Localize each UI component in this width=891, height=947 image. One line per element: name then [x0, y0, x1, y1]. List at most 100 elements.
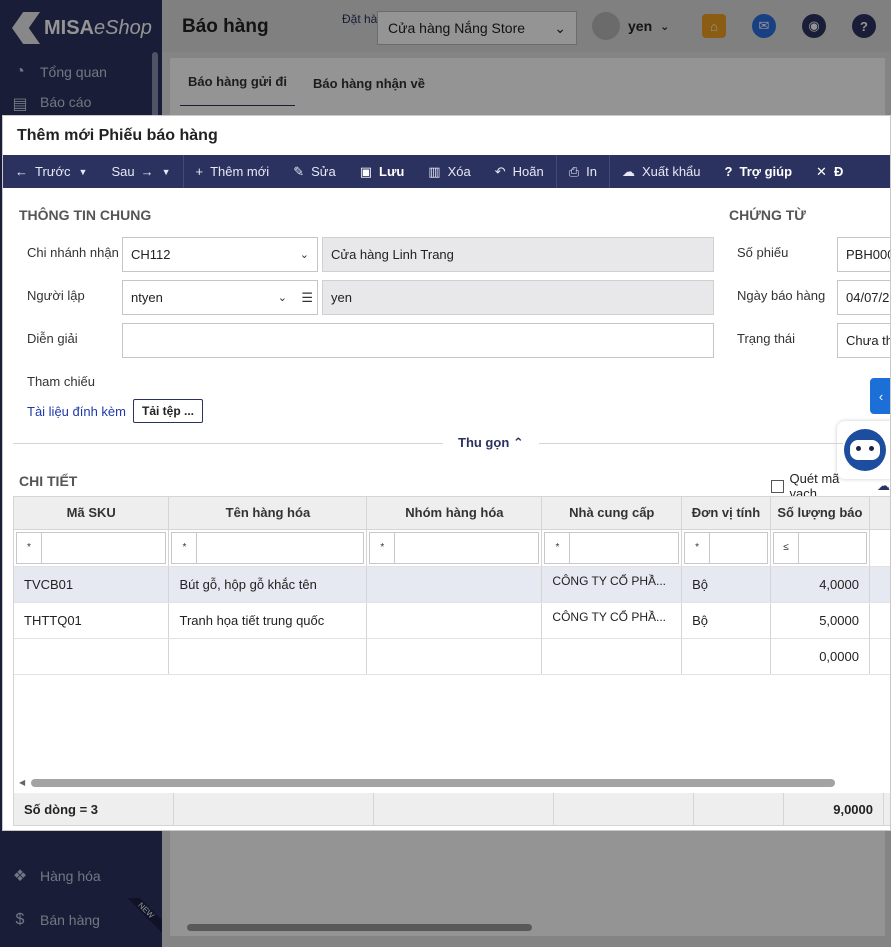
filter-operator[interactable]: ≤	[774, 532, 799, 563]
scroll-left-icon[interactable]: ◀	[19, 778, 25, 787]
edit-button[interactable]: ✎ Sửa	[281, 155, 348, 188]
cell-quantity[interactable]: 4,0000	[770, 566, 870, 603]
plus-icon: +	[195, 164, 204, 179]
side-panel-toggle[interactable]: ‹	[870, 378, 890, 414]
report-date-input[interactable]: 04/07/2	[837, 280, 890, 315]
column-header-quantity[interactable]: Số lượng báo	[770, 497, 870, 530]
report-date-label: Ngày báo hàng	[737, 288, 826, 303]
cell-spacer	[869, 638, 890, 675]
status-label: Trạng thái	[737, 331, 796, 346]
cell-sku[interactable]: THTTQ01	[14, 602, 170, 639]
cell-quantity[interactable]: 0,0000	[770, 638, 870, 675]
prev-button[interactable]: ← Trước ▼	[3, 155, 99, 188]
chevron-down-icon: ⌄	[277, 292, 287, 304]
undo-button[interactable]: ↶ Hoãn	[483, 155, 556, 188]
filter-group[interactable]: *	[369, 531, 540, 564]
total-quantity: 9,0000	[784, 793, 884, 825]
add-button[interactable]: + Thêm mới	[184, 155, 282, 188]
grid-horizontal-scrollbar[interactable]	[31, 779, 835, 787]
cell-unit[interactable]: Bộ	[681, 566, 771, 603]
filter-spacer	[869, 529, 890, 567]
cell-name[interactable]: Tranh họa tiết trung quốc	[168, 602, 368, 639]
help-button[interactable]: ? Trợ giúp	[713, 155, 805, 188]
creator-label: Người lập	[27, 288, 85, 303]
cell-sku[interactable]: TVCB01	[14, 566, 170, 603]
cell-supplier[interactable]: CÔNG TY CỔ PHẦ...	[541, 566, 683, 603]
filter-operator[interactable]: *	[172, 532, 198, 563]
filter-input[interactable]	[710, 533, 767, 563]
cell-name[interactable]	[168, 638, 368, 675]
table-row[interactable]: THTTQ01 Tranh họa tiết trung quốc CÔNG T…	[14, 602, 890, 639]
barcode-scan-checkbox[interactable]	[771, 479, 784, 493]
column-header-spacer	[869, 497, 890, 530]
save-button[interactable]: ▣ Lưu	[348, 155, 417, 188]
column-header-name[interactable]: Tên hàng hóa	[168, 497, 368, 530]
upload-icon[interactable]: ☁	[877, 478, 890, 494]
cell-group[interactable]	[366, 602, 543, 639]
column-header-unit[interactable]: Đơn vị tính	[681, 497, 771, 530]
table-row[interactable]: 0,0000	[14, 638, 890, 675]
status-field[interactable]: Chưa th	[837, 323, 890, 358]
cell-supplier[interactable]	[541, 638, 683, 675]
caret-down-icon: ▼	[78, 166, 88, 177]
voucher-number-input[interactable]: PBH000	[837, 237, 890, 272]
printer-icon: ⎙	[568, 163, 580, 179]
branch-code-select[interactable]: CH112 ⌄	[122, 237, 318, 272]
column-header-sku[interactable]: Mã SKU	[14, 497, 170, 530]
filter-input[interactable]	[799, 533, 866, 563]
filter-sku[interactable]: *	[16, 531, 167, 564]
cell-group[interactable]	[366, 566, 543, 603]
close-button[interactable]: ✕ Đ	[804, 155, 855, 188]
row-count: Số dòng = 3	[14, 793, 174, 825]
detail-table: Mã SKU Tên hàng hóa Nhóm hàng hóa Nhà cu…	[14, 497, 890, 675]
delete-button[interactable]: ▥ Xóa	[416, 155, 482, 188]
undo-icon: ↶	[494, 163, 506, 179]
description-input[interactable]	[122, 323, 714, 358]
branch-label: Chi nhánh nhận	[27, 245, 119, 260]
cell-supplier[interactable]: CÔNG TY CỔ PHẦ...	[541, 602, 683, 639]
table-row[interactable]: TVCB01 Bút gỗ, hộp gỗ khắc tên CÔNG TY C…	[14, 566, 890, 603]
filter-quantity[interactable]: ≤	[772, 531, 867, 564]
table-header-row: Mã SKU Tên hàng hóa Nhóm hàng hóa Nhà cu…	[14, 497, 890, 530]
filter-input[interactable]	[570, 533, 678, 563]
description-label: Diễn giải	[27, 331, 78, 346]
filter-unit[interactable]: *	[684, 531, 768, 564]
export-button[interactable]: ☁ Xuất khẩu	[610, 155, 713, 188]
collapse-button[interactable]: Thu gọn ⌃	[443, 435, 539, 451]
dialog-title: Thêm mới Phiếu báo hàng	[17, 127, 218, 144]
creator-code-select[interactable]: ntyen ⌄ ☰	[122, 280, 318, 315]
column-header-supplier[interactable]: Nhà cung cấp	[541, 497, 683, 530]
general-info-heading: THÔNG TIN CHUNG	[19, 207, 152, 223]
cell-sku[interactable]	[14, 638, 170, 675]
column-header-group[interactable]: Nhóm hàng hóa	[366, 497, 543, 530]
filter-operator[interactable]: *	[370, 532, 396, 563]
print-button[interactable]: ⎙ In	[557, 155, 609, 188]
footer-cell	[694, 793, 784, 825]
filter-input[interactable]	[395, 533, 538, 563]
filter-operator[interactable]: *	[545, 532, 571, 563]
reference-label: Tham chiếu	[27, 374, 95, 389]
arrow-right-icon: →	[140, 164, 154, 179]
pencil-icon: ✎	[293, 163, 305, 179]
detail-grid: Mã SKU Tên hàng hóa Nhóm hàng hóa Nhà cu…	[13, 496, 890, 826]
cell-unit[interactable]: Bộ	[681, 602, 771, 639]
attachment-link[interactable]: Tài liệu đính kèm	[27, 404, 126, 419]
cell-name[interactable]: Bút gỗ, hộp gỗ khắc tên	[168, 566, 368, 603]
cell-quantity[interactable]: 5,0000	[770, 602, 870, 639]
filter-name[interactable]: *	[171, 531, 365, 564]
cell-unit[interactable]	[681, 638, 771, 675]
filter-input[interactable]	[197, 533, 363, 563]
filter-supplier[interactable]: *	[544, 531, 680, 564]
upload-file-button[interactable]: Tải tệp ...	[133, 399, 203, 423]
cell-spacer	[869, 566, 890, 603]
filter-operator[interactable]: *	[685, 532, 711, 563]
collapse-divider	[13, 443, 843, 444]
filter-input[interactable]	[42, 533, 165, 563]
filter-operator[interactable]: *	[17, 532, 42, 563]
close-icon: ✕	[816, 163, 827, 179]
cell-group[interactable]	[366, 638, 543, 675]
search-list-icon[interactable]: ☰	[301, 290, 313, 306]
footer-cell	[174, 793, 374, 825]
next-button[interactable]: Sau → ▼	[99, 155, 182, 188]
footer-cell	[374, 793, 554, 825]
